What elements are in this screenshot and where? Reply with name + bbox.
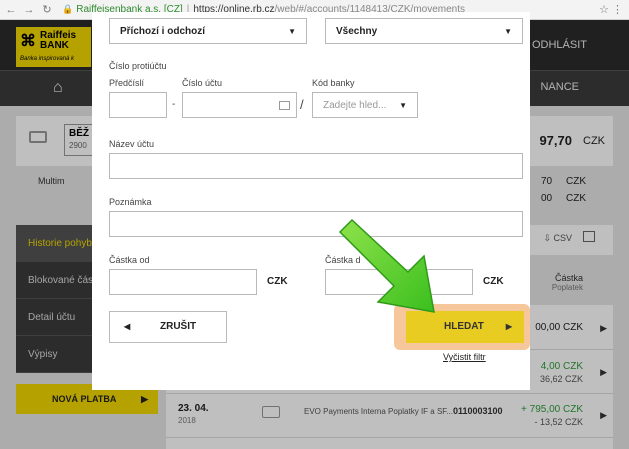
cancel-button[interactable]: ◀ ZRUŠIT xyxy=(109,311,227,343)
note-label: Poznámka xyxy=(109,197,152,207)
type-select[interactable]: Všechny ▼ xyxy=(325,18,523,44)
forward-icon[interactable]: → xyxy=(22,4,36,16)
account-number-input[interactable] xyxy=(182,92,297,118)
clear-filter-link[interactable]: Vyčistit filtr xyxy=(443,352,486,362)
bank-code-select[interactable]: Zadejte hled... ▼ xyxy=(312,92,418,118)
bookmark-star-icon[interactable]: ☆ xyxy=(599,3,609,16)
browser-menu-icon[interactable]: ⋮ xyxy=(612,3,623,16)
direction-select[interactable]: Příchozí i odchozí ▼ xyxy=(109,18,307,44)
account-name-input[interactable] xyxy=(109,153,523,179)
counter-account-label: Číslo protiúčtu xyxy=(109,61,167,71)
reload-icon[interactable]: ↻ xyxy=(40,3,54,16)
amount-from-currency: CZK xyxy=(267,276,288,287)
bank-code-placeholder: Zadejte hled... xyxy=(323,100,387,111)
prefix-input[interactable] xyxy=(109,92,167,118)
amount-to-currency: CZK xyxy=(483,276,504,287)
type-value: Všechny xyxy=(336,26,378,37)
chevron-down-icon: ▼ xyxy=(288,27,296,36)
amount-from-label: Částka od xyxy=(109,255,150,265)
prefix-label: Předčíslí xyxy=(109,78,145,88)
chevron-down-icon: ▼ xyxy=(504,27,512,36)
chevron-left-icon: ◀ xyxy=(124,322,131,331)
bank-code-label: Kód banky xyxy=(312,78,355,88)
lock-icon: 🔒 xyxy=(62,4,74,14)
chevron-right-icon: ▶ xyxy=(505,322,512,331)
account-number-label: Číslo účtu xyxy=(182,78,223,88)
bank-code-slash: / xyxy=(300,97,304,112)
account-name-label: Název účtu xyxy=(109,139,155,149)
cancel-label: ZRUŠIT xyxy=(160,321,197,332)
search-label: HLEDAT xyxy=(444,321,484,332)
address-book-icon[interactable] xyxy=(279,101,290,110)
chevron-down-icon: ▼ xyxy=(399,101,407,110)
pointer-arrow-icon xyxy=(338,218,435,313)
amount-from-input[interactable] xyxy=(109,269,257,295)
prefix-dash: - xyxy=(172,99,176,110)
direction-value: Příchozí i odchozí xyxy=(120,26,206,37)
back-icon[interactable]: ← xyxy=(4,4,18,16)
note-input[interactable] xyxy=(109,211,523,237)
